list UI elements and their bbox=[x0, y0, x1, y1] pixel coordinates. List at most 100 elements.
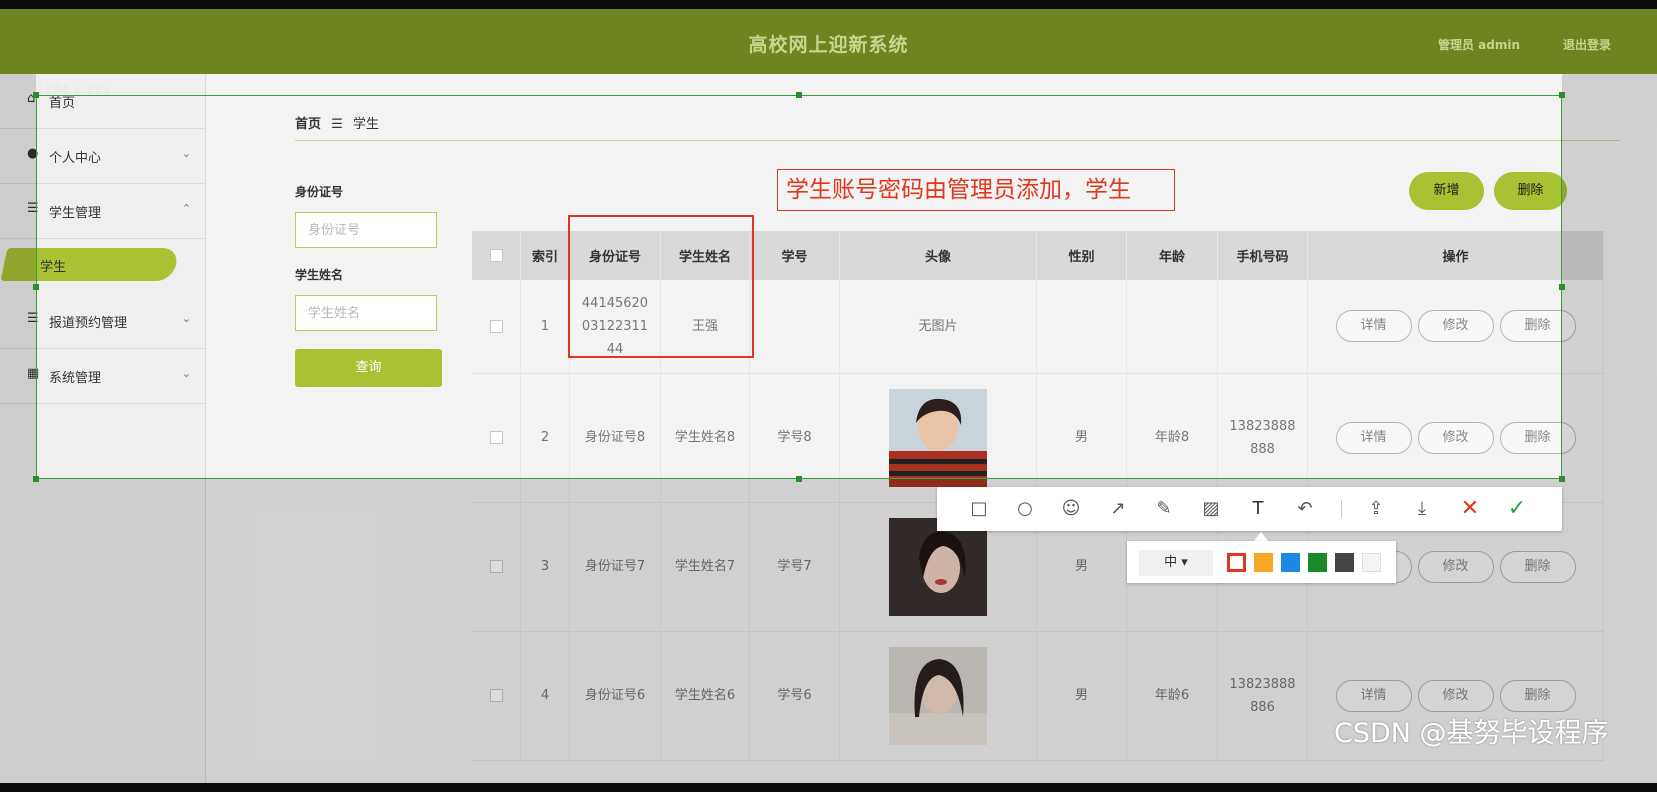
avatar-photo bbox=[889, 646, 987, 745]
resize-handle[interactable] bbox=[33, 476, 39, 482]
edit-button[interactable]: 修改 bbox=[1417, 550, 1494, 583]
text-tool-icon[interactable]: T bbox=[1245, 496, 1271, 522]
text-style-palette: 中 ▾ bbox=[1127, 541, 1396, 583]
student-name-input[interactable] bbox=[295, 295, 437, 331]
arrow-tool-icon[interactable]: ↗ bbox=[1105, 496, 1131, 522]
delete-button[interactable]: 删除 bbox=[1494, 172, 1567, 210]
cell-age: 年龄6 bbox=[1126, 631, 1218, 761]
detail-button[interactable]: 详情 bbox=[1335, 679, 1412, 712]
cell-student-no: 学号6 bbox=[749, 631, 840, 761]
cell-index: 4 bbox=[520, 631, 570, 761]
header-select-all[interactable] bbox=[472, 231, 521, 280]
cell-text: 13823888 bbox=[1229, 676, 1296, 692]
font-size-dropdown[interactable]: 中 ▾ bbox=[1139, 550, 1213, 576]
color-swatch-blue[interactable] bbox=[1281, 553, 1300, 572]
cell-text: 886 bbox=[1250, 699, 1275, 715]
row-delete-button[interactable]: 删除 bbox=[1499, 550, 1576, 583]
cell-age bbox=[1126, 280, 1218, 374]
sidebar-item-label: 系统管理 bbox=[49, 371, 102, 386]
row-delete-button[interactable]: 删除 bbox=[1499, 679, 1576, 712]
row-checkbox[interactable] bbox=[489, 319, 503, 333]
color-swatch-dark-gray[interactable] bbox=[1335, 553, 1354, 572]
chevron-down-icon: ⌄ bbox=[181, 147, 191, 160]
row-checkbox[interactable] bbox=[489, 560, 503, 573]
cell-avatar: 无图片 bbox=[839, 280, 1037, 374]
color-swatch-orange[interactable] bbox=[1254, 553, 1273, 572]
cell-avatar bbox=[839, 373, 1037, 503]
row-select[interactable] bbox=[472, 502, 521, 632]
detail-button[interactable]: 详情 bbox=[1335, 310, 1412, 343]
cell-name: 学生姓名8 bbox=[660, 373, 750, 503]
sidebar-item-appointment[interactable]: ☰ 报道预约管理 ⌄ bbox=[0, 294, 205, 349]
resize-handle[interactable] bbox=[796, 92, 802, 98]
row-delete-button[interactable]: 删除 bbox=[1499, 421, 1576, 454]
sidebar-subitem-highlight[interactable] bbox=[0, 248, 180, 281]
color-swatch-red[interactable] bbox=[1227, 553, 1246, 572]
admin-label: 管理员 admin bbox=[1438, 38, 1521, 52]
logout-link[interactable]: 退出登录 bbox=[1563, 36, 1611, 53]
resize-handle[interactable] bbox=[33, 284, 39, 290]
cell-index: 3 bbox=[520, 502, 570, 632]
select-all-checkbox[interactable] bbox=[489, 249, 503, 262]
annotation-text-box[interactable]: 学生账号密码由管理员添加，学生 bbox=[777, 169, 1175, 211]
sidebar-item-label: 个人中心 bbox=[49, 151, 102, 166]
annotation-toolbar: □ ○ ☺ ↗ ✎ ▨ T ↶ ⇪ ⤓ ✕ ✓ bbox=[937, 487, 1562, 531]
breadcrumb: 首页 ☰ 学生 bbox=[295, 113, 379, 132]
annotation-rectangle[interactable] bbox=[568, 215, 754, 358]
cell-student-no: 学号7 bbox=[749, 502, 840, 632]
edit-button[interactable]: 修改 bbox=[1417, 310, 1494, 343]
cell-gender: 男 bbox=[1036, 631, 1127, 761]
resize-handle[interactable] bbox=[796, 476, 802, 482]
chevron-down-icon: ⌄ bbox=[181, 312, 191, 325]
ellipse-tool-icon[interactable]: ○ bbox=[1012, 496, 1038, 522]
cell-gender: 男 bbox=[1036, 373, 1127, 503]
resize-handle[interactable] bbox=[1559, 284, 1565, 290]
user-icon: ● bbox=[27, 146, 39, 161]
download-icon[interactable]: ⤓ bbox=[1409, 496, 1435, 522]
cell-gender bbox=[1036, 280, 1127, 374]
row-delete-button[interactable]: 删除 bbox=[1499, 310, 1576, 343]
app-frame: 高校网上迎新系统 管理员 admin 退出登录 ⌂ 首页 ● 个人中心 ⌄ ☰ … bbox=[0, 9, 1657, 783]
sidebar-item-label: 报道预约管理 bbox=[49, 316, 128, 331]
edit-button[interactable]: 修改 bbox=[1417, 421, 1494, 454]
color-swatch-green[interactable] bbox=[1308, 553, 1327, 572]
resize-handle[interactable] bbox=[33, 92, 39, 98]
color-swatch-white[interactable] bbox=[1362, 553, 1381, 572]
row-select[interactable] bbox=[472, 373, 521, 503]
add-button[interactable]: 新增 bbox=[1409, 172, 1484, 210]
column-header: 头像 bbox=[839, 231, 1037, 280]
sidebar-item-personal[interactable]: ● 个人中心 ⌄ bbox=[0, 129, 205, 184]
confirm-icon[interactable]: ✓ bbox=[1504, 496, 1530, 522]
query-button[interactable]: 查询 bbox=[295, 349, 442, 387]
edit-button[interactable]: 修改 bbox=[1417, 679, 1494, 712]
undo-icon[interactable]: ↶ bbox=[1292, 496, 1318, 522]
detail-button[interactable]: 详情 bbox=[1335, 421, 1412, 454]
breadcrumb-separator-icon: ☰ bbox=[331, 117, 343, 132]
cell-id-number: 身份证号6 bbox=[569, 631, 661, 761]
id-number-input[interactable] bbox=[295, 212, 437, 248]
row-checkbox[interactable] bbox=[489, 689, 503, 702]
resize-handle[interactable] bbox=[1559, 92, 1565, 98]
sidebar-item-student-mgmt[interactable]: ☰ 学生管理 ⌃ bbox=[0, 184, 205, 239]
cell-index: 2 bbox=[520, 373, 570, 503]
emoji-tool-icon[interactable]: ☺ bbox=[1058, 496, 1084, 522]
row-select[interactable] bbox=[472, 631, 521, 761]
palette-pointer bbox=[1254, 532, 1268, 541]
breadcrumb-home[interactable]: 首页 bbox=[295, 117, 321, 132]
mosaic-tool-icon[interactable]: ▨ bbox=[1198, 496, 1224, 522]
sidebar-subitem-student[interactable]: 学生 bbox=[40, 256, 66, 275]
toolbar-divider bbox=[1341, 500, 1342, 518]
id-field-label: 身份证号 bbox=[295, 185, 344, 199]
resize-handle[interactable] bbox=[1559, 476, 1565, 482]
cancel-icon[interactable]: ✕ bbox=[1457, 496, 1483, 522]
cell-id-number: 身份证号8 bbox=[569, 373, 661, 503]
share-icon[interactable]: ⇪ bbox=[1363, 496, 1389, 522]
cell-age: 年龄8 bbox=[1126, 373, 1218, 503]
pen-tool-icon[interactable]: ✎ bbox=[1151, 496, 1177, 522]
rectangle-tool-icon[interactable]: □ bbox=[966, 496, 992, 522]
breadcrumb-current: 学生 bbox=[352, 117, 379, 132]
row-checkbox[interactable] bbox=[489, 431, 503, 444]
selection-size-readout: 1244 x 333 bbox=[36, 83, 110, 98]
row-select[interactable] bbox=[472, 280, 521, 374]
sidebar-item-system[interactable]: ▦ 系统管理 ⌄ bbox=[0, 349, 205, 404]
